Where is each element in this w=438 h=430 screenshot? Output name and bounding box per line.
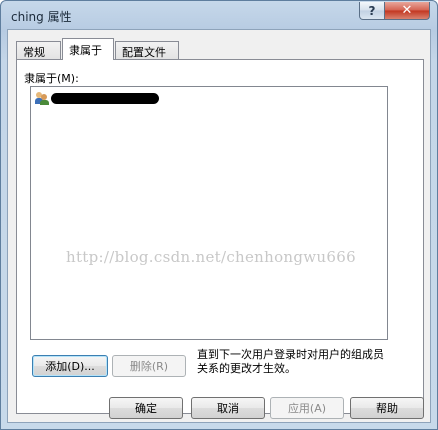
cancel-button[interactable]: 取消 bbox=[191, 397, 265, 419]
member-of-label: 隶属于(M): bbox=[24, 72, 79, 85]
change-note: 直到下一次用户登录时对用户的组成员关系的更改才生效。 bbox=[197, 348, 384, 375]
window-title: ching 属性 bbox=[11, 10, 72, 24]
add-button[interactable]: 添加(D)... bbox=[32, 355, 108, 377]
redacted-group-name: ████████████ bbox=[51, 92, 159, 104]
watermark-text: http://blog.csdn.net/chenhongwu666 bbox=[66, 248, 356, 266]
tab-profile[interactable]: 配置文件 bbox=[115, 41, 179, 59]
remove-button[interactable]: 删除(R) bbox=[112, 355, 186, 377]
member-of-list[interactable]: ████████████ bbox=[30, 86, 388, 340]
close-icon: ✕ bbox=[401, 3, 413, 18]
tab-general[interactable]: 常规 bbox=[16, 41, 61, 59]
ok-button[interactable]: 确定 bbox=[109, 397, 183, 419]
help-button[interactable]: 帮助 bbox=[350, 397, 424, 419]
apply-button[interactable]: 应用(A) bbox=[270, 397, 344, 419]
close-button[interactable]: ✕ bbox=[384, 2, 430, 20]
help-icon: ? bbox=[368, 3, 376, 18]
help-title-button[interactable]: ? bbox=[359, 2, 385, 20]
list-item[interactable]: ████████████ bbox=[35, 90, 159, 106]
properties-dialog: ching 属性 ? ✕ 常规 隶属于 配置文件 隶属于(M): ███████… bbox=[0, 0, 438, 430]
dialog-client-area: 常规 隶属于 配置文件 隶属于(M): ████████████ http://… bbox=[7, 29, 431, 423]
tab-strip: 常规 隶属于 配置文件 bbox=[16, 38, 424, 60]
title-bar[interactable]: ching 属性 ? ✕ bbox=[1, 1, 437, 29]
group-icon bbox=[35, 91, 49, 105]
tab-member-of[interactable]: 隶属于 bbox=[62, 38, 114, 60]
